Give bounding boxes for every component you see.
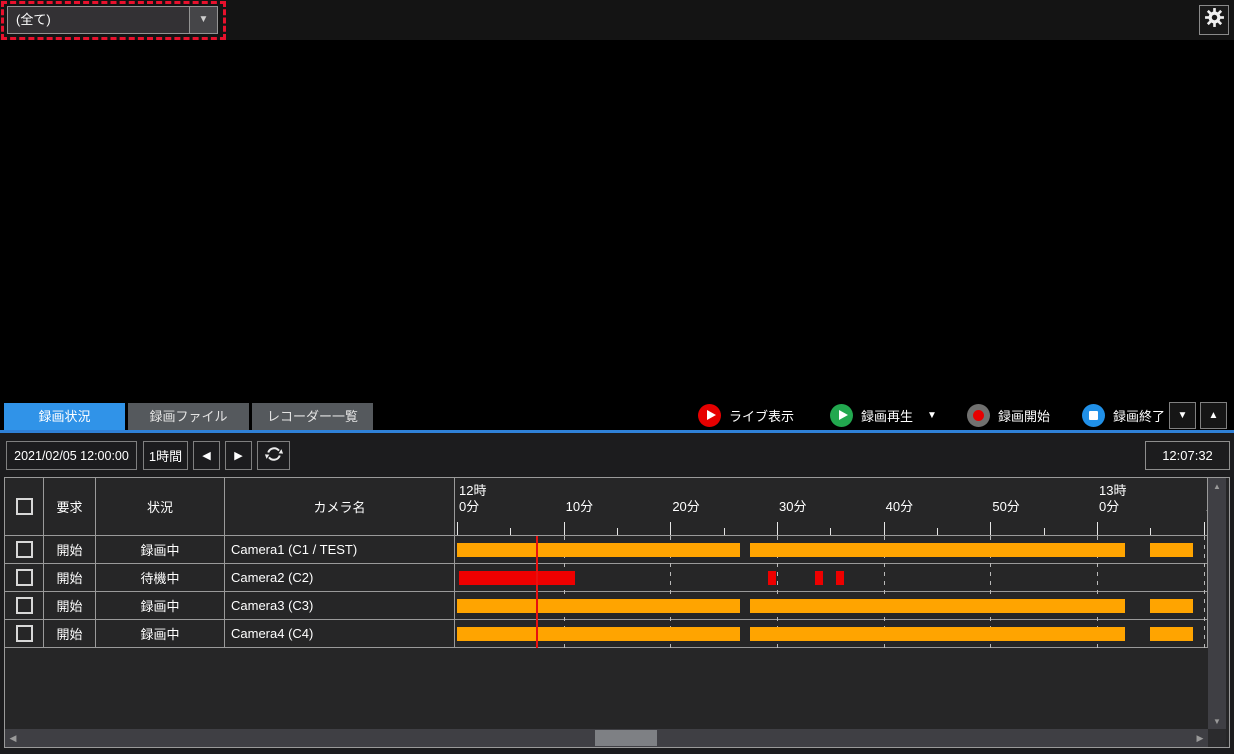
timeline-label: 30分 bbox=[779, 483, 806, 515]
scroll-right-icon[interactable]: ▶ bbox=[1192, 729, 1208, 747]
datetime-field[interactable]: 2021/02/05 12:00:00 bbox=[6, 441, 137, 470]
table-row[interactable]: 開始 録画中 Camera4 (C4) bbox=[5, 620, 1208, 648]
scrollbar-corner bbox=[1208, 729, 1226, 747]
record-start-button[interactable]: 録画開始 bbox=[967, 404, 1050, 427]
timeline-label: 10分 bbox=[566, 483, 593, 515]
timeline-toolbar: 2021/02/05 12:00:00 1時間 ◀ ▶ 12:07:32 bbox=[0, 433, 1234, 477]
timeline-label: 40分 bbox=[886, 483, 913, 515]
timeline-tick bbox=[457, 522, 458, 535]
timeline-cell bbox=[455, 536, 1208, 563]
play-icon bbox=[698, 404, 721, 427]
timeline-label: 50分 bbox=[992, 483, 1019, 515]
record-icon bbox=[967, 404, 990, 427]
status-cell: 録画中 bbox=[96, 620, 225, 647]
timeline-cell bbox=[455, 592, 1208, 619]
recording-status-panel: 要求 状況 カメラ名 12時0分10分20分30分40分50分13時0分10分 … bbox=[4, 477, 1230, 748]
status-cell: 録画中 bbox=[96, 536, 225, 563]
row-checkbox[interactable] bbox=[16, 625, 33, 642]
table-header-row: 要求 状況 カメラ名 12時0分10分20分30分40分50分13時0分10分 bbox=[5, 478, 1208, 536]
timeline-label: 20分 bbox=[672, 483, 699, 515]
timeline-tick bbox=[1044, 528, 1045, 535]
tab-bar: 録画状況 録画ファイル レコーダー一覧 bbox=[4, 403, 373, 430]
record-stop-label: 録画終了 bbox=[1113, 406, 1165, 425]
settings-button[interactable] bbox=[1199, 5, 1229, 35]
request-cell: 開始 bbox=[44, 620, 96, 647]
horizontal-scrollbar[interactable]: ◀ ▶ bbox=[5, 729, 1208, 747]
header-request: 要求 bbox=[44, 478, 96, 535]
timeline-tick bbox=[990, 522, 991, 535]
action-buttons: ライブ表示 録画再生 ▼ 録画開始 録画終了 bbox=[698, 400, 1165, 430]
scroll-up-icon[interactable]: ▲ bbox=[1208, 478, 1226, 494]
timeline-tick bbox=[1204, 522, 1205, 535]
camera-name-cell: Camera4 (C4) bbox=[225, 620, 455, 647]
panel-expand-button[interactable]: ▲ bbox=[1200, 402, 1227, 429]
camera-name-cell: Camera3 (C3) bbox=[225, 592, 455, 619]
row-checkbox[interactable] bbox=[16, 597, 33, 614]
scroll-left-icon[interactable]: ◀ bbox=[5, 729, 21, 747]
recorder-filter-value: (全て) bbox=[8, 7, 189, 33]
timeline-tick bbox=[830, 528, 831, 535]
current-time-clock: 12:07:32 bbox=[1145, 441, 1230, 470]
header-status: 状況 bbox=[96, 478, 225, 535]
timeline-tick bbox=[777, 522, 778, 535]
timeline-tick bbox=[1150, 528, 1151, 535]
refresh-button[interactable] bbox=[257, 441, 290, 470]
camera-name-cell: Camera1 (C1 / TEST) bbox=[225, 536, 455, 563]
control-row: 録画状況 録画ファイル レコーダー一覧 ライブ表示 録画再生 ▼ 録画開始 録画… bbox=[0, 400, 1234, 430]
video-display-area bbox=[0, 40, 1234, 400]
scrollbar-thumb[interactable] bbox=[595, 730, 657, 746]
timeline-tick bbox=[724, 528, 725, 535]
chevron-down-icon[interactable]: ▼ bbox=[927, 410, 937, 421]
timeline-tick bbox=[617, 528, 618, 535]
request-cell: 開始 bbox=[44, 592, 96, 619]
timeline-cell bbox=[455, 620, 1208, 647]
next-button[interactable]: ▶ bbox=[225, 441, 252, 470]
tab-recording-files[interactable]: 録画ファイル bbox=[128, 403, 249, 430]
gear-icon bbox=[1204, 7, 1225, 33]
timeline-label: 12時0分 bbox=[459, 483, 486, 515]
request-cell: 開始 bbox=[44, 564, 96, 591]
header-camera: カメラ名 bbox=[225, 478, 455, 535]
timeline-tick bbox=[937, 528, 938, 535]
live-view-button[interactable]: ライブ表示 bbox=[698, 404, 794, 427]
status-cell: 待機中 bbox=[96, 564, 225, 591]
chevron-down-icon[interactable]: ▼ bbox=[189, 7, 217, 33]
timeline-tick bbox=[670, 522, 671, 535]
tab-recorder-list[interactable]: レコーダー一覧 bbox=[252, 403, 373, 430]
camera-table: 要求 状況 カメラ名 12時0分10分20分30分40分50分13時0分10分 … bbox=[5, 478, 1208, 729]
scroll-down-icon[interactable]: ▼ bbox=[1208, 713, 1226, 729]
panel-collapse-button[interactable]: ▼ bbox=[1169, 402, 1196, 429]
timeline-tick bbox=[510, 528, 511, 535]
timeline-cell bbox=[455, 564, 1208, 591]
select-all-checkbox[interactable] bbox=[16, 498, 33, 515]
timeline-header: 12時0分10分20分30分40分50分13時0分10分 bbox=[455, 478, 1208, 535]
top-bar: (全て) ▼ bbox=[0, 0, 1234, 40]
tab-recording-status[interactable]: 録画状況 bbox=[4, 403, 125, 430]
timeline-label: 13時0分 bbox=[1099, 483, 1126, 515]
request-cell: 開始 bbox=[44, 536, 96, 563]
vertical-scrollbar[interactable]: ▲ ▼ bbox=[1208, 478, 1226, 729]
playback-label: 録画再生 bbox=[861, 406, 913, 425]
timeline-tick bbox=[564, 522, 565, 535]
record-stop-button[interactable]: 録画終了 bbox=[1082, 404, 1165, 427]
range-button[interactable]: 1時間 bbox=[143, 441, 188, 470]
table-row[interactable]: 開始 録画中 Camera1 (C1 / TEST) bbox=[5, 536, 1208, 564]
header-select-cell bbox=[5, 478, 44, 535]
row-checkbox[interactable] bbox=[16, 541, 33, 558]
status-cell: 録画中 bbox=[96, 592, 225, 619]
table-row[interactable]: 開始 録画中 Camera3 (C3) bbox=[5, 592, 1208, 620]
live-view-label: ライブ表示 bbox=[729, 406, 794, 425]
table-row[interactable]: 開始 待機中 Camera2 (C2) bbox=[5, 564, 1208, 592]
record-start-label: 録画開始 bbox=[998, 406, 1050, 425]
stop-icon bbox=[1082, 404, 1105, 427]
play-icon bbox=[830, 404, 853, 427]
timeline-tick bbox=[884, 522, 885, 535]
timeline-tick bbox=[1097, 522, 1098, 535]
refresh-icon bbox=[264, 444, 284, 467]
camera-name-cell: Camera2 (C2) bbox=[225, 564, 455, 591]
playback-button[interactable]: 録画再生 ▼ bbox=[830, 404, 937, 427]
prev-button[interactable]: ◀ bbox=[193, 441, 220, 470]
recorder-filter-dropdown[interactable]: (全て) ▼ bbox=[7, 6, 218, 34]
row-checkbox[interactable] bbox=[16, 569, 33, 586]
